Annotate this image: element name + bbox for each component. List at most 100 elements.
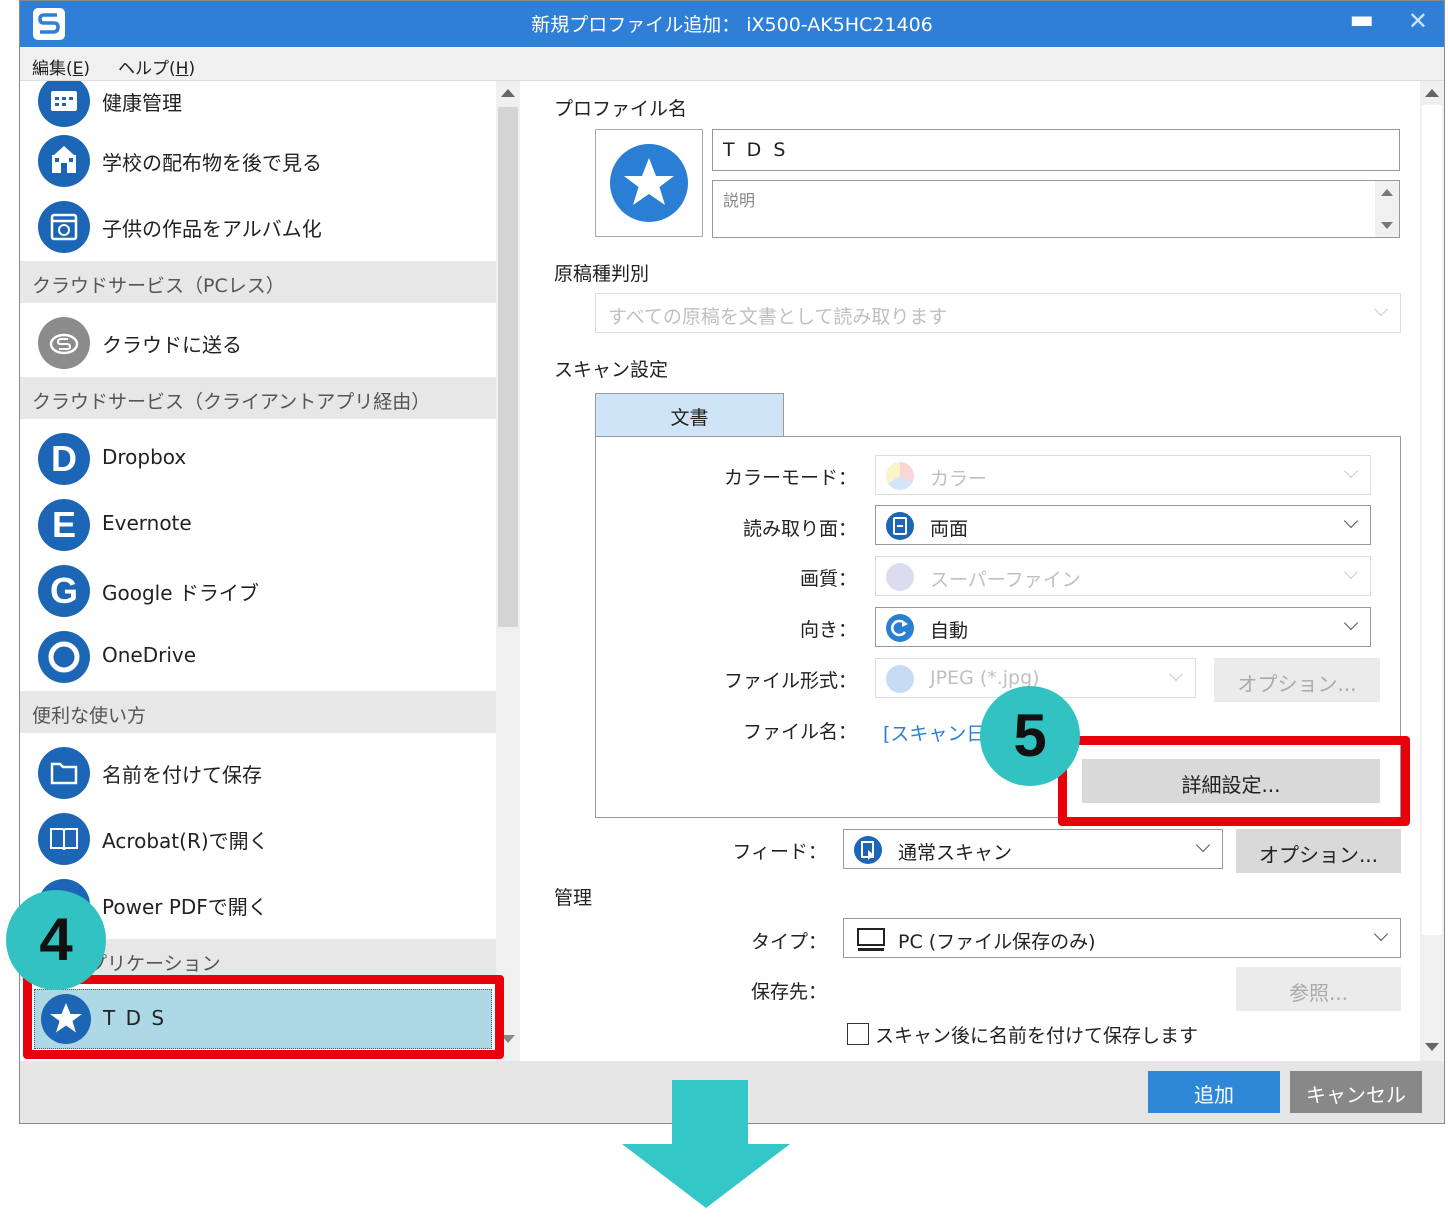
type-select[interactable]: PC (ファイル保存のみ) (843, 918, 1401, 958)
profile-dialog: 新規プロファイル追加： iX500-AK5HC21406 ▬ ✕ 編集(E) ヘ… (19, 0, 1445, 1124)
cancel-button[interactable]: キャンセル (1290, 1071, 1422, 1113)
manage-label: 管理 (554, 887, 593, 909)
scroll-up-icon[interactable] (1381, 189, 1393, 196)
list-item-label: Power PDFで開く (102, 895, 268, 919)
feed-options-button[interactable]: オプション... (1236, 829, 1401, 873)
doc-type-value: すべての原稿を文書として読み取ります (608, 306, 948, 328)
list-item-health[interactable]: 健康管理 (20, 81, 496, 131)
scan-side-select[interactable]: 両面 (875, 505, 1371, 545)
profile-name-label: プロファイル名 (554, 98, 688, 120)
list-item-school[interactable]: 学校の配布物を後で見る (20, 129, 496, 191)
scan-side-value: 両面 (930, 518, 969, 540)
orientation-label: 向き： (799, 619, 857, 641)
onedrive-icon (38, 631, 90, 683)
list-item-label: Evernote (102, 511, 192, 535)
description-scrollbar[interactable] (1375, 181, 1399, 237)
color-mode-label: カラーモード： (723, 467, 857, 489)
duplex-icon (886, 512, 914, 540)
list-item-google-drive[interactable]: G Google ドライブ (20, 559, 496, 621)
scan-side-label: 読み取り面： (742, 518, 857, 540)
dropbox-icon: D (38, 433, 90, 485)
menu-help-key: H (175, 59, 189, 79)
list-item-label: 学校の配布物を後で見る (102, 151, 322, 175)
list-item-label: クラウドに送る (102, 333, 242, 357)
section-cloud-client: クラウドサービス（クライアントアプリ経由） (20, 377, 496, 419)
section-cloud-pcless: クラウドサービス（PCレス） (20, 261, 496, 303)
minimize-icon[interactable]: ▬ (1349, 5, 1374, 35)
profile-name-input[interactable]: T D S (712, 129, 1400, 171)
scroll-up-icon[interactable] (1425, 89, 1439, 97)
list-item-dropbox[interactable]: D Dropbox (20, 427, 496, 489)
color-mode-value: カラー (930, 468, 988, 490)
list-item-label: 子供の作品をアルバム化 (102, 217, 322, 241)
close-icon[interactable]: ✕ (1408, 7, 1428, 35)
color-palette-icon (886, 462, 914, 490)
folder-icon (38, 747, 90, 799)
profile-icon-picker[interactable] (595, 129, 703, 237)
album-icon (38, 201, 90, 253)
doc-type-select[interactable]: すべての原稿を文書として読み取ります (595, 293, 1401, 333)
down-arrow-icon (672, 1080, 748, 1144)
save-after-scan-label: スキャン後に名前を付けて保存します (875, 1025, 1199, 1047)
feed-select[interactable]: 通常スキャン (843, 829, 1223, 869)
quality-select[interactable]: スーパーファイン (875, 556, 1371, 596)
profile-settings: プロファイル名 T D S 説明 原稿種判別 すべての原稿を文書として読み取りま… (527, 81, 1432, 1061)
cloud-send-icon (38, 317, 90, 369)
file-name-label: ファイル名： (742, 721, 857, 743)
description-placeholder: 説明 (723, 191, 756, 210)
save-after-scan-checkbox[interactable] (847, 1023, 869, 1045)
chevron-down-icon (1343, 564, 1359, 580)
menu-help[interactable]: ヘルプ(H) (118, 54, 195, 79)
rotate-icon (886, 614, 914, 642)
down-arrow-head-icon (622, 1144, 790, 1208)
chevron-down-icon (1343, 615, 1359, 631)
type-value: PC (ファイル保存のみ) (898, 931, 1096, 953)
browse-button[interactable]: 参照... (1236, 967, 1401, 1011)
left-scrollbar[interactable] (496, 81, 520, 1061)
feed-label: フィード： (732, 841, 827, 863)
list-item-label: Dropbox (102, 445, 187, 469)
chevron-down-icon (1168, 666, 1184, 682)
description-input[interactable]: 説明 (712, 180, 1400, 238)
scroll-thumb[interactable] (1422, 105, 1442, 935)
add-button[interactable]: 追加 (1148, 1071, 1280, 1113)
scroll-down-icon[interactable] (1381, 222, 1393, 229)
chevron-down-icon (1373, 301, 1389, 317)
star-icon (610, 144, 688, 222)
feed-icon (854, 836, 882, 864)
list-item-save-as[interactable]: 名前を付けて保存 (20, 741, 496, 803)
type-label: タイプ： (750, 931, 827, 953)
school-icon (38, 135, 90, 187)
highlight-box-tds (23, 975, 504, 1059)
list-item-evernote[interactable]: E Evernote (20, 493, 496, 555)
tab-document[interactable]: 文書 (595, 393, 784, 437)
evernote-icon: E (38, 499, 90, 551)
list-item-cloud-send[interactable]: クラウドに送る (20, 311, 496, 373)
section-useful: 便利な使い方 (20, 691, 496, 733)
list-item-onedrive[interactable]: OneDrive (20, 625, 496, 687)
scroll-up-icon[interactable] (501, 89, 515, 97)
scan-settings-label: スキャン設定 (554, 359, 669, 381)
orientation-value: 自動 (930, 620, 969, 642)
list-item-acrobat[interactable]: Acrobat(R)で開く (20, 807, 496, 869)
file-name-link[interactable]: [スキャン日 (883, 719, 985, 746)
computer-icon (856, 927, 886, 958)
profile-name-value: T D S (723, 139, 789, 161)
list-item-label: 名前を付けて保存 (102, 763, 262, 787)
menu-edit[interactable]: 編集(E) (32, 54, 90, 79)
chevron-down-icon (1343, 513, 1359, 529)
right-scrollbar[interactable] (1420, 81, 1444, 1061)
doc-type-label: 原稿種判別 (554, 263, 650, 285)
highlight-box-advanced (1058, 736, 1410, 826)
format-options-button[interactable]: オプション... (1214, 658, 1380, 702)
book-icon (38, 813, 90, 865)
list-item-album[interactable]: 子供の作品をアルバム化 (20, 195, 496, 257)
scroll-thumb[interactable] (498, 107, 518, 627)
scroll-down-icon[interactable] (1425, 1043, 1439, 1051)
menu-edit-label: 編集( (32, 59, 73, 79)
destination-label: 保存先： (750, 981, 827, 1003)
orientation-select[interactable]: 自動 (875, 607, 1371, 647)
color-mode-select[interactable]: カラー (875, 455, 1371, 495)
title-bar: 新規プロファイル追加： iX500-AK5HC21406 ▬ ✕ (20, 1, 1444, 47)
menu-edit-key: E (72, 59, 84, 79)
